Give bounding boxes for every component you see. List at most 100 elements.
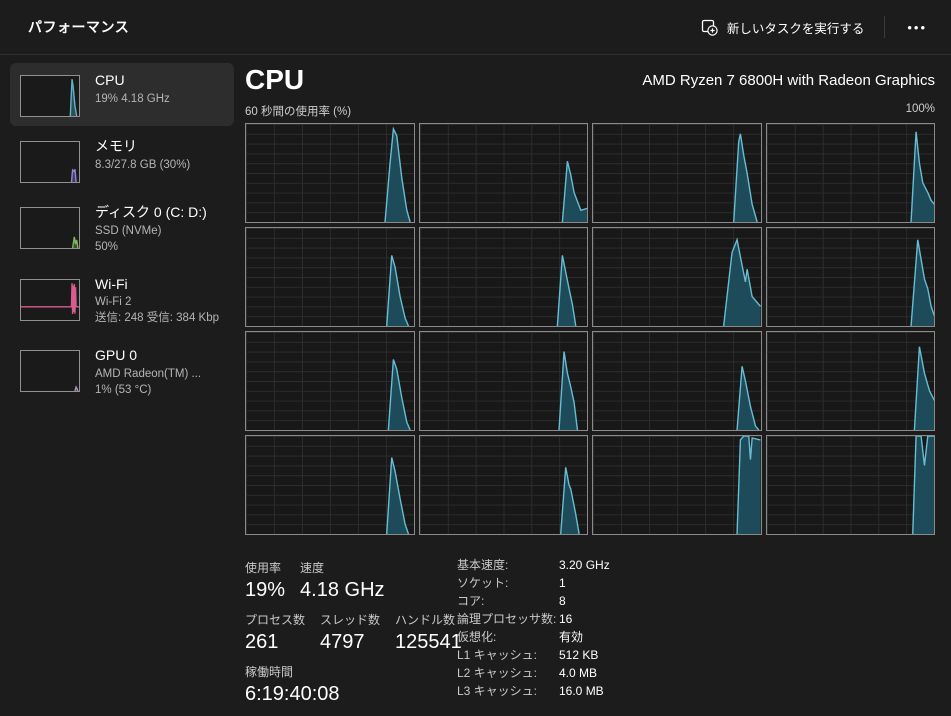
sidebar-item-title: Wi-Fi [95, 276, 219, 294]
content-area: CPU19% 4.18 GHzメモリ8.3/27.8 GB (30%)ディスク … [0, 54, 951, 716]
sidebar-item-title: GPU 0 [95, 347, 201, 365]
cpu-stats-dynamic: 使用率19%速度4.18 GHzプロセス数261スレッド数4797ハンドル数12… [245, 559, 457, 715]
stat-value: 6:19:40:08 [245, 683, 340, 706]
stat-value: 4797 [320, 631, 380, 654]
logical-processor-2-graph[interactable] [419, 123, 589, 223]
cpu-panel-title: CPU [245, 65, 304, 94]
sidebar-item-subline: Wi-Fi 2 [95, 294, 219, 310]
sidebar-item-subline: 8.3/27.8 GB (30%) [95, 157, 190, 173]
sidebar-item-title: メモリ [95, 138, 190, 156]
sidebar-item-cpu[interactable]: CPU19% 4.18 GHz [10, 63, 234, 126]
cpu-stats-static: 基本速度:3.20 GHzソケット:1コア:8論理プロセッサ数:16仮想化:有効… [457, 559, 610, 715]
graph-caption-left: 60 秒間の使用率 (%) [245, 103, 351, 119]
cpu-panel-header: CPU AMD Ryzen 7 6800H with Radeon Graphi… [245, 65, 935, 94]
stat-cell: ハンドル数 125541 [395, 611, 462, 654]
sidebar-item-subline: SSD (NVMe) [95, 223, 207, 239]
stat-label: 稼働時間 [245, 663, 340, 680]
logical-processor-13-graph[interactable] [245, 435, 415, 535]
logical-processor-16-graph[interactable] [766, 435, 936, 535]
stats-row: 使用率 19% 速度 4.18 GHz [245, 559, 457, 602]
ellipsis-icon[interactable]: ••• [897, 16, 937, 39]
graph-caption-right: 100% [906, 103, 935, 119]
logical-processor-7-graph[interactable] [592, 227, 762, 327]
sidebar-item-title: CPU [95, 72, 170, 90]
stat-cell: 速度 4.18 GHz [300, 559, 384, 602]
static-stat-label: L1 キャッシュ: [457, 649, 559, 661]
cpu-panel: CPU AMD Ryzen 7 6800H with Radeon Graphi… [245, 55, 935, 715]
stat-cell: 稼働時間 6:19:40:08 [245, 663, 340, 706]
stats-row: プロセス数261スレッド数4797ハンドル数125541 [245, 611, 457, 654]
static-stat-value: 16.0 MB [559, 685, 610, 697]
cpu-mini-graph [20, 75, 80, 117]
logical-processor-8-graph[interactable] [766, 227, 936, 327]
static-stat-value: 3.20 GHz [559, 559, 610, 571]
stats-row: 稼働時間 6:19:40:08 [245, 663, 457, 706]
static-stat-label: ソケット: [457, 577, 559, 589]
disk0-mini-graph [20, 207, 80, 249]
stat-cell: プロセス数 261 [245, 611, 305, 654]
stat-cell: スレッド数 4797 [320, 611, 380, 654]
sidebar-item-text: CPU19% 4.18 GHz [95, 72, 170, 107]
top-bar-actions: 新しいタスクを実行する ••• [693, 12, 937, 43]
window-plus-icon [701, 19, 718, 36]
logical-processor-9-graph[interactable] [245, 331, 415, 431]
sidebar-item-subline: 送信: 248 受信: 384 Kbp [95, 310, 219, 326]
sidebar-item-subline: 19% 4.18 GHz [95, 91, 170, 107]
sidebar-item-subline: 50% [95, 239, 207, 255]
logical-processor-14-graph[interactable] [419, 435, 589, 535]
cpu-stats: 使用率 19% 速度 4.18 GHz プロセス数 261 スレッド数 4797 ハンドル数 12… [245, 559, 935, 715]
logical-processor-12-graph[interactable] [766, 331, 936, 431]
static-stat-value: 有効 [559, 631, 610, 643]
static-stat-value: 512 KB [559, 649, 610, 661]
sidebar-item-text: Wi-FiWi-Fi 2送信: 248 受信: 384 Kbp [95, 276, 219, 327]
cpu-model-name: AMD Ryzen 7 6800H with Radeon Graphics [642, 72, 935, 89]
sidebar-item-wifi[interactable]: Wi-FiWi-Fi 2送信: 248 受信: 384 Kbp [10, 267, 234, 336]
static-stat-value: 1 [559, 577, 610, 589]
static-stat-label: L3 キャッシュ: [457, 685, 559, 697]
static-stat-value: 4.0 MB [559, 667, 610, 679]
logical-processor-1-graph[interactable] [245, 123, 415, 223]
static-stat-label: L2 キャッシュ: [457, 667, 559, 679]
stat-value: 125541 [395, 631, 462, 654]
sidebar-item-text: GPU 0AMD Radeon(TM) ...1% (53 °C) [95, 347, 201, 398]
static-stat-value: 8 [559, 595, 610, 607]
stat-value: 4.18 GHz [300, 579, 384, 602]
run-new-task-button[interactable]: 新しいタスクを実行する [693, 12, 873, 43]
stat-value: 19% [245, 579, 285, 602]
stat-label: スレッド数 [320, 611, 380, 628]
graph-caption-row: 60 秒間の使用率 (%) 100% [245, 103, 935, 119]
stat-label: プロセス数 [245, 611, 305, 628]
gpu0-mini-graph [20, 350, 80, 392]
stat-value: 261 [245, 631, 305, 654]
sidebar: CPU19% 4.18 GHz メモリ8.3/27.8 GB (30%) ディスク … [10, 63, 234, 410]
page-title: パフォーマンス [28, 17, 129, 37]
logical-processor-6-graph[interactable] [419, 227, 589, 327]
static-stat-label: 基本速度: [457, 559, 559, 571]
logical-processor-15-graph[interactable] [592, 435, 762, 535]
top-bar: パフォーマンス 新しいタスクを実行する ••• [0, 0, 951, 54]
memory-mini-graph [20, 141, 80, 183]
sidebar-item-gpu0[interactable]: GPU 0AMD Radeon(TM) ...1% (53 °C) [10, 338, 234, 407]
logical-processor-grid [245, 123, 935, 535]
logical-processor-4-graph[interactable] [766, 123, 936, 223]
sidebar-item-memory[interactable]: メモリ8.3/27.8 GB (30%) [10, 129, 234, 192]
static-stat-label: コア: [457, 595, 559, 607]
sidebar-item-subline: AMD Radeon(TM) ... [95, 366, 201, 382]
static-stat-value: 16 [559, 613, 610, 625]
run-new-task-label: 新しいタスクを実行する [727, 18, 865, 37]
static-stat-label: 論理プロセッサ数: [457, 613, 559, 625]
task-manager-window: パフォーマンス 新しいタスクを実行する ••• CPU19% 4.18 GHzメ… [0, 0, 951, 716]
logical-processor-3-graph[interactable] [592, 123, 762, 223]
logical-processor-10-graph[interactable] [419, 331, 589, 431]
stat-label: 使用率 [245, 559, 285, 576]
sidebar-item-disk0[interactable]: ディスク 0 (C: D:)SSD (NVMe)50% [10, 195, 234, 264]
logical-processor-5-graph[interactable] [245, 227, 415, 327]
toolbar-separator [884, 16, 885, 38]
sidebar-item-text: ディスク 0 (C: D:)SSD (NVMe)50% [95, 204, 207, 255]
stat-label: 速度 [300, 559, 384, 576]
wifi-mini-graph [20, 279, 80, 321]
logical-processor-11-graph[interactable] [592, 331, 762, 431]
stat-label: ハンドル数 [395, 611, 462, 628]
static-stat-label: 仮想化: [457, 631, 559, 643]
sidebar-item-text: メモリ8.3/27.8 GB (30%) [95, 138, 190, 173]
